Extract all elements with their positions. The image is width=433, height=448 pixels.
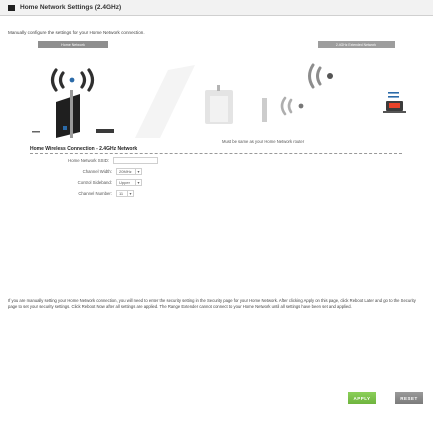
ssid-input[interactable] (113, 157, 158, 164)
control-sideband-label: Control Sideband: (77, 180, 112, 185)
channel-width-label: Channel Width: (82, 169, 112, 174)
illustration-caption: Must be same as your Home Network router (222, 139, 305, 144)
laptop-icon (383, 92, 406, 113)
chevron-down-icon: ▼ (135, 169, 141, 174)
channel-number-label: Channel Number: (78, 191, 112, 196)
channel-width-row: Channel Width: 20MHz ▼ (52, 168, 142, 175)
control-sideband-row: Control Sideband: Upper ▼ (52, 179, 142, 186)
channel-number-select[interactable]: 11 ▼ (116, 190, 134, 197)
page-title: Home Network Settings (2.4GHz) (20, 4, 122, 11)
control-sideband-select[interactable]: Upper ▼ (116, 179, 142, 186)
home-network-banner-text: Home Network (61, 43, 85, 47)
page-root: Home Network Settings (2.4GHz) Manually … (0, 0, 433, 448)
section-title: Home Wireless Connection - 2.4GHz Networ… (30, 146, 138, 152)
ssid-label: Home Network SSID: (68, 158, 109, 163)
channel-width-value: 20MHz (119, 169, 132, 174)
extended-wifi-icon (308, 63, 322, 89)
channel-number-value: 11 (119, 191, 124, 196)
extended-signal-dot (327, 73, 333, 79)
signal-dot-icon (69, 77, 75, 83)
settings-page-icon (8, 4, 15, 11)
network-illustration: Home Network 2.4GHz Extended Network (0, 40, 433, 138)
channel-width-select[interactable]: 20MHz ▼ (116, 168, 142, 175)
apply-button[interactable]: APPLY (348, 392, 376, 404)
title-bar: Home Network Settings (2.4GHz) (0, 0, 433, 16)
network-diagram-graphic: Home Network 2.4GHz Extended Network (32, 41, 406, 138)
router-icon (56, 90, 80, 138)
ssid-row: Home Network SSID: (49, 157, 158, 164)
intro-text: Manually configure the settings for your… (8, 30, 145, 35)
control-sideband-value: Upper (119, 180, 130, 185)
extended-wifi-small-icon (280, 96, 293, 116)
reset-button[interactable]: RESET (395, 392, 423, 404)
channel-number-row: Channel Number: 11 ▼ (52, 190, 134, 197)
extended-network-banner-text: 2.4GHz Extended Network (336, 43, 376, 47)
manual-setup-note: If you are manually setting your Home Ne… (8, 298, 416, 309)
range-extender-icon (205, 85, 233, 124)
chevron-down-icon: ▼ (127, 191, 133, 196)
section-divider (30, 153, 402, 154)
decorative-shape (135, 65, 195, 138)
chevron-down-icon: ▼ (135, 180, 141, 185)
extender-side-icon (262, 98, 267, 122)
